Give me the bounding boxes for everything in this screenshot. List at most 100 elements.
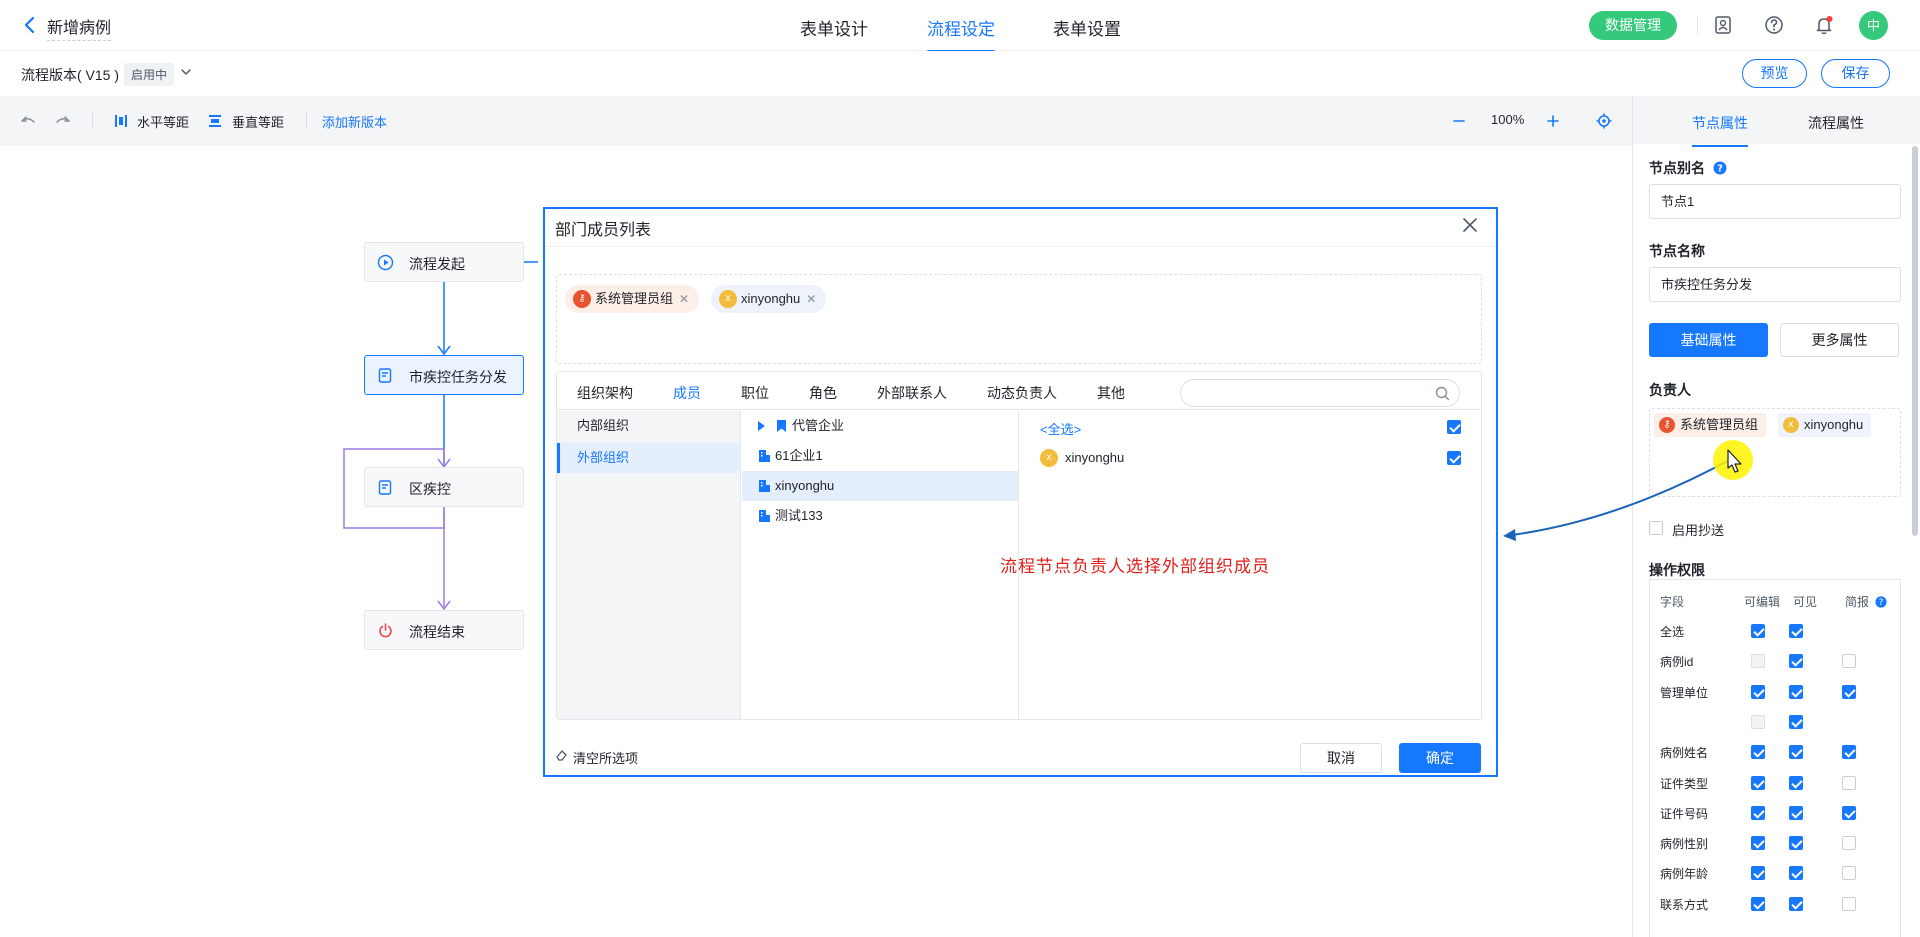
perm-visible-checkbox[interactable] bbox=[1789, 745, 1803, 760]
more-properties-button[interactable]: 更多属性 bbox=[1780, 323, 1899, 357]
perm-report-checkbox[interactable] bbox=[1842, 866, 1856, 881]
tab-flow-settings[interactable]: 流程设定 bbox=[927, 15, 995, 53]
org-tree-item[interactable]: 测试133 bbox=[742, 501, 1018, 531]
data-management-button[interactable]: 数据管理 bbox=[1589, 11, 1677, 40]
horizontal-distribute-icon[interactable] bbox=[113, 113, 129, 129]
chevron-down-icon[interactable] bbox=[180, 66, 192, 78]
assignee-box[interactable]: ⚷ 系统管理员组 x xinyonghu bbox=[1649, 408, 1901, 497]
perm-editable-checkbox[interactable] bbox=[1751, 866, 1765, 881]
org-type-external[interactable]: 外部组织 bbox=[557, 443, 741, 473]
perm-editable-checkbox[interactable] bbox=[1751, 805, 1765, 820]
tab-members[interactable]: 成员 bbox=[671, 383, 703, 415]
select-all-link[interactable]: <全选> bbox=[1040, 419, 1081, 438]
org-tree: 代管企业 61企业1 xinyonghu 测试133 bbox=[742, 411, 1019, 719]
search-icon[interactable] bbox=[1435, 386, 1450, 401]
assignee-chip-user[interactable]: x xinyonghu bbox=[1778, 413, 1872, 437]
perm-visible-checkbox[interactable] bbox=[1789, 714, 1803, 729]
member-name: xinyonghu bbox=[1065, 450, 1125, 465]
perm-editable-checkbox[interactable] bbox=[1751, 624, 1765, 638]
zoom-out-icon[interactable] bbox=[1451, 113, 1467, 129]
contact-icon[interactable] bbox=[1712, 14, 1734, 36]
page-title[interactable]: 新增病例 bbox=[47, 14, 112, 41]
save-button[interactable]: 保存 bbox=[1821, 59, 1890, 88]
tab-positions[interactable]: 职位 bbox=[741, 383, 769, 403]
org-tree-root[interactable]: 代管企业 bbox=[742, 411, 1018, 441]
perm-visible-checkbox[interactable] bbox=[1789, 654, 1803, 669]
perm-editable-checkbox[interactable] bbox=[1751, 836, 1765, 851]
tab-roles[interactable]: 角色 bbox=[809, 383, 837, 403]
tab-others[interactable]: 其他 bbox=[1097, 383, 1125, 403]
cc-label: 启用抄送 bbox=[1672, 523, 1725, 538]
perm-visible-checkbox[interactable] bbox=[1789, 624, 1803, 638]
zoom-in-icon[interactable] bbox=[1545, 113, 1561, 129]
perm-editable-checkbox[interactable] bbox=[1751, 896, 1765, 911]
vertical-distribute-button[interactable]: 垂直等距 bbox=[232, 112, 284, 131]
caret-right-icon[interactable] bbox=[758, 421, 765, 431]
member-item[interactable]: x xinyonghu bbox=[1040, 449, 1124, 467]
help-icon[interactable]: ? bbox=[1875, 596, 1887, 608]
perm-report-checkbox[interactable] bbox=[1842, 745, 1856, 760]
org-tree-item-selected[interactable]: xinyonghu bbox=[742, 471, 1018, 501]
search-input[interactable] bbox=[1180, 379, 1460, 407]
perm-editable-checkbox[interactable] bbox=[1751, 684, 1765, 699]
perm-report-checkbox[interactable] bbox=[1842, 805, 1856, 820]
perm-editable-checkbox[interactable] bbox=[1751, 745, 1765, 760]
flow-node-end[interactable]: 流程结束 bbox=[364, 610, 524, 650]
basic-properties-button[interactable]: 基础属性 bbox=[1649, 323, 1768, 357]
perm-visible-checkbox[interactable] bbox=[1789, 836, 1803, 851]
locate-icon[interactable] bbox=[1596, 113, 1612, 129]
confirm-button[interactable]: 确定 bbox=[1399, 743, 1481, 773]
undo-icon[interactable] bbox=[20, 113, 36, 129]
cancel-button[interactable]: 取消 bbox=[1300, 743, 1382, 773]
tab-form-settings[interactable]: 表单设置 bbox=[1053, 15, 1121, 40]
remove-icon[interactable]: ✕ bbox=[679, 292, 689, 306]
selected-chip-group[interactable]: ⚷ 系统管理员组 ✕ bbox=[565, 285, 700, 313]
perm-visible-checkbox[interactable] bbox=[1789, 866, 1803, 881]
perm-visible-checkbox[interactable] bbox=[1789, 896, 1803, 911]
chip-label: xinyonghu bbox=[741, 291, 801, 306]
flow-node-district-cdc[interactable]: 区疾控 bbox=[364, 467, 524, 507]
flow-node-start[interactable]: 流程发起 bbox=[364, 242, 524, 282]
panel-scrollbar[interactable] bbox=[1912, 146, 1918, 536]
name-input[interactable]: 市疾控任务分发 bbox=[1649, 267, 1901, 302]
preview-button[interactable]: 预览 bbox=[1742, 59, 1807, 88]
horizontal-distribute-button[interactable]: 水平等距 bbox=[137, 112, 189, 131]
help-icon[interactable] bbox=[1763, 14, 1785, 36]
cc-checkbox[interactable] bbox=[1649, 521, 1663, 535]
perm-editable-checkbox[interactable] bbox=[1751, 775, 1765, 790]
remove-icon[interactable]: ✕ bbox=[806, 292, 816, 306]
assignee-label: 负责人 bbox=[1649, 382, 1691, 398]
select-all-checkbox[interactable] bbox=[1447, 420, 1461, 434]
back-arrow-icon[interactable] bbox=[20, 15, 40, 35]
perm-report-checkbox[interactable] bbox=[1842, 654, 1856, 669]
perm-report-checkbox[interactable] bbox=[1842, 775, 1856, 790]
tab-form-design[interactable]: 表单设计 bbox=[800, 15, 868, 40]
perm-visible-checkbox[interactable] bbox=[1789, 684, 1803, 699]
tab-org-structure[interactable]: 组织架构 bbox=[577, 383, 633, 403]
perm-visible-checkbox[interactable] bbox=[1789, 775, 1803, 790]
add-version-link[interactable]: 添加新版本 bbox=[322, 112, 387, 131]
vertical-distribute-icon[interactable] bbox=[207, 113, 223, 129]
redo-icon[interactable] bbox=[55, 113, 71, 129]
perm-report-checkbox[interactable] bbox=[1842, 896, 1856, 911]
alias-input[interactable]: 节点1 bbox=[1649, 184, 1901, 219]
perm-report-checkbox[interactable] bbox=[1842, 684, 1856, 699]
bell-icon[interactable] bbox=[1813, 14, 1835, 36]
assignee-chip-group[interactable]: ⚷ 系统管理员组 bbox=[1654, 413, 1767, 437]
tab-flow-properties[interactable]: 流程属性 bbox=[1808, 113, 1864, 133]
perm-visible-checkbox[interactable] bbox=[1789, 805, 1803, 820]
clear-selection-button[interactable]: 清空所选项 bbox=[556, 748, 638, 767]
org-type-internal[interactable]: 内部组织 bbox=[557, 411, 741, 441]
flow-node-city-cdc[interactable]: 市疾控任务分发 bbox=[364, 355, 524, 395]
org-tree-item[interactable]: 61企业1 bbox=[742, 441, 1018, 471]
close-icon[interactable] bbox=[1460, 215, 1480, 235]
tab-dynamic-owner[interactable]: 动态负责人 bbox=[987, 383, 1057, 403]
help-icon[interactable]: ? bbox=[1713, 161, 1727, 175]
selected-items-box[interactable]: ⚷ 系统管理员组 ✕ x xinyonghu ✕ bbox=[556, 274, 1482, 364]
user-avatar[interactable]: 中 bbox=[1859, 11, 1888, 40]
tab-external-contacts[interactable]: 外部联系人 bbox=[877, 383, 947, 403]
perm-report-checkbox[interactable] bbox=[1842, 836, 1856, 851]
selected-chip-user[interactable]: x xinyonghu ✕ bbox=[711, 285, 827, 313]
member-checkbox[interactable] bbox=[1447, 451, 1461, 465]
tab-node-properties[interactable]: 节点属性 bbox=[1692, 113, 1748, 147]
